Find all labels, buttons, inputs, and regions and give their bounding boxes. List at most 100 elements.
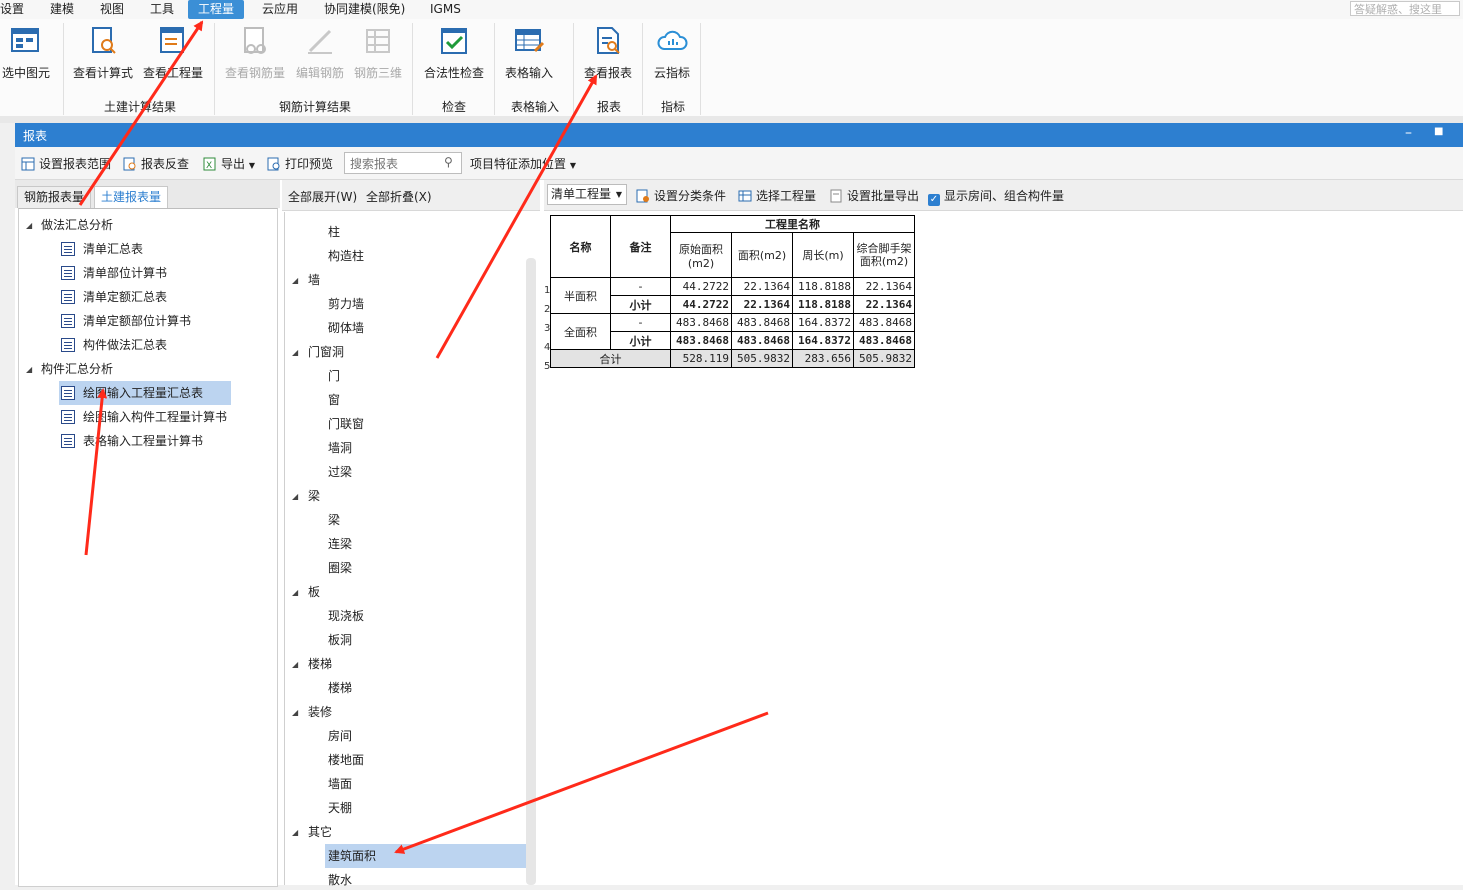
tree-leaf-selected[interactable]: 建筑面积 bbox=[325, 844, 526, 868]
item-feature-position-dropdown[interactable]: 项目特征添加位置 ▼ bbox=[470, 155, 576, 173]
tree-leaf[interactable]: 圈梁 bbox=[328, 558, 352, 578]
tree-item-report-selected[interactable]: 绘图输入工程量汇总表 bbox=[59, 381, 231, 405]
select-quantity-button[interactable]: 选择工程量 bbox=[738, 187, 816, 205]
tree-leaf[interactable]: 墙面 bbox=[328, 774, 352, 794]
tree-group[interactable]: 楼梯 bbox=[308, 654, 332, 674]
expand-all-button[interactable]: 全部展开(W) bbox=[288, 188, 357, 206]
caret-down-icon[interactable]: ◢ bbox=[292, 588, 298, 597]
group-separator bbox=[700, 23, 701, 115]
table-row[interactable]: 全面积 - 483.8468 483.8468 164.8372 483.846… bbox=[550, 313, 915, 350]
show-room-checkbox[interactable]: ✓ 显示房间、组合构件量 bbox=[928, 187, 1064, 206]
tree-leaf[interactable]: 梁 bbox=[328, 510, 340, 530]
report-search-input[interactable] bbox=[348, 154, 444, 174]
view-quantity-label: 查看工程量 bbox=[142, 66, 203, 80]
tree-leaf[interactable]: 门联窗 bbox=[328, 414, 364, 434]
set-report-range-button[interactable]: 设置报表范围 bbox=[21, 155, 111, 173]
menu-view[interactable]: 视图 bbox=[100, 0, 124, 19]
caret-down-icon[interactable]: ◢ bbox=[292, 348, 298, 357]
menu-cloud[interactable]: 云应用 bbox=[262, 0, 298, 19]
tree-leaf[interactable]: 天棚 bbox=[328, 798, 352, 818]
cell-note: 小计 bbox=[610, 295, 671, 314]
tree-leaf[interactable]: 板洞 bbox=[328, 630, 352, 650]
tree-leaf[interactable]: 柱 bbox=[328, 222, 340, 242]
tree-group[interactable]: 墙 bbox=[308, 270, 320, 290]
view-quantity-button[interactable]: 查看工程量 bbox=[140, 25, 206, 81]
tree-group-component-summary[interactable]: 构件汇总分析 bbox=[41, 359, 113, 379]
report-toolbar: 设置报表范围 报表反查 X 导出 ▼ 打印预览 项目特征添加位置 ▼ bbox=[15, 147, 1463, 180]
view-report-button[interactable]: 查看报表 bbox=[578, 25, 638, 81]
tab-civil-report[interactable]: 土建报表量 bbox=[94, 186, 169, 208]
tree-item-report[interactable]: 构件做法汇总表 bbox=[61, 335, 167, 355]
menu-tools[interactable]: 工具 bbox=[150, 0, 174, 19]
export-icon: X bbox=[203, 157, 216, 171]
tree-leaf[interactable]: 剪力墙 bbox=[328, 294, 364, 314]
menu-modeling[interactable]: 建模 bbox=[50, 0, 74, 19]
cloud-index-label: 云指标 bbox=[653, 66, 690, 80]
batch-export-button[interactable]: 设置批量导出 bbox=[829, 187, 919, 205]
tree-leaf[interactable]: 现浇板 bbox=[328, 606, 364, 626]
table-row[interactable]: 半面积 - 44.2722 22.1364 118.8188 22.1364 bbox=[550, 277, 915, 314]
export-label: 导出 bbox=[221, 157, 246, 171]
tree-item-report[interactable]: 清单部位计算书 bbox=[61, 263, 167, 283]
set-category-button[interactable]: 设置分类条件 bbox=[636, 187, 726, 205]
caret-down-icon[interactable]: ◢ bbox=[292, 492, 298, 501]
tree-leaf[interactable]: 楼梯 bbox=[328, 678, 352, 698]
tree-leaf[interactable]: 窗 bbox=[328, 390, 340, 410]
tree-leaf[interactable]: 门 bbox=[328, 366, 340, 386]
tree-item-label: 构件做法汇总表 bbox=[83, 338, 168, 352]
caret-down-icon[interactable]: ◢ bbox=[292, 276, 298, 285]
menu-igms[interactable]: IGMS bbox=[430, 0, 461, 19]
set-range-label: 设置报表范围 bbox=[39, 157, 112, 171]
table-input-button[interactable]: 表格输入 bbox=[500, 25, 558, 81]
tree-leaf[interactable]: 过梁 bbox=[328, 462, 352, 482]
report-search-box[interactable]: ⚲ bbox=[344, 152, 462, 174]
tree-item-report[interactable]: 绘图输入构件工程量计算书 bbox=[61, 407, 227, 427]
minimize-icon[interactable]: – bbox=[1405, 125, 1412, 141]
cloud-index-button[interactable]: 云指标 bbox=[646, 25, 698, 81]
view-formula-button[interactable]: 查看计算式 bbox=[70, 25, 136, 81]
collapse-all-button[interactable]: 全部折叠(X) bbox=[366, 188, 432, 206]
tree-item-report[interactable]: 清单定额汇总表 bbox=[61, 287, 167, 307]
tree-group[interactable]: 装修 bbox=[308, 702, 332, 722]
caret-down-icon[interactable]: ◢ bbox=[292, 660, 298, 669]
tree-leaf[interactable]: 砌体墙 bbox=[328, 318, 364, 338]
select-element-button[interactable]: 选中图元 bbox=[0, 25, 54, 81]
validity-check-button[interactable]: 合法性检查 bbox=[418, 25, 490, 81]
menu-quantity[interactable]: 工程量 bbox=[188, 0, 245, 19]
export-button[interactable]: X 导出 ▼ bbox=[203, 155, 255, 173]
tree-group[interactable]: 梁 bbox=[308, 486, 320, 506]
maximize-icon[interactable]: ■ bbox=[1434, 126, 1443, 137]
tree-item-report[interactable]: 清单汇总表 bbox=[61, 239, 143, 259]
menu-collab[interactable]: 协同建模(限免) bbox=[324, 0, 405, 19]
caret-down-icon[interactable]: ◢ bbox=[26, 221, 32, 230]
quantity-type-select[interactable]: 清单工程量 ▼ bbox=[547, 184, 627, 205]
caret-down-icon[interactable]: ◢ bbox=[292, 708, 298, 717]
reverse-check-button[interactable]: 报表反查 bbox=[123, 155, 189, 173]
tree-group[interactable]: 门窗洞 bbox=[308, 342, 344, 362]
tree-item-report[interactable]: 清单定额部位计算书 bbox=[61, 311, 191, 331]
caret-down-icon[interactable]: ◢ bbox=[292, 828, 298, 837]
tree-group[interactable]: 其它 bbox=[308, 822, 332, 842]
edit-rebar-button[interactable]: 编辑钢筋 bbox=[292, 25, 348, 81]
middle-tree-scrollbar[interactable] bbox=[526, 258, 536, 885]
tree-leaf[interactable]: 散水 bbox=[328, 870, 352, 890]
view-rebar-button[interactable]: 查看钢筋量 bbox=[222, 25, 288, 81]
caret-down-icon[interactable]: ◢ bbox=[26, 365, 32, 374]
tree-leaf[interactable]: 墙洞 bbox=[328, 438, 352, 458]
table-total-row[interactable]: 合计 528.119 505.9832 283.656 505.9832 bbox=[550, 349, 915, 368]
rebar-3d-button[interactable]: 钢筋三维 bbox=[350, 25, 406, 81]
tree-group[interactable]: 板 bbox=[308, 582, 320, 602]
tree-group-method-summary[interactable]: 做法汇总分析 bbox=[41, 215, 113, 235]
help-search-input[interactable]: 答疑解惑、搜这里 bbox=[1350, 1, 1460, 16]
search-icon[interactable]: ⚲ bbox=[444, 155, 453, 169]
menu-settings[interactable]: 设置 bbox=[0, 0, 24, 19]
print-preview-button[interactable]: 打印预览 bbox=[267, 155, 333, 173]
tree-leaf[interactable]: 楼地面 bbox=[328, 750, 364, 770]
tree-leaf[interactable]: 构造柱 bbox=[328, 246, 364, 266]
cell-value: 528.119 bbox=[670, 349, 732, 368]
tree-item-report[interactable]: 表格输入工程量计算书 bbox=[61, 431, 203, 451]
group-label-civil-results: 土建计算结果 bbox=[103, 100, 176, 114]
tree-leaf[interactable]: 连梁 bbox=[328, 534, 352, 554]
tab-rebar-report[interactable]: 钢筋报表量 bbox=[17, 186, 92, 208]
tree-leaf[interactable]: 房间 bbox=[328, 726, 352, 746]
